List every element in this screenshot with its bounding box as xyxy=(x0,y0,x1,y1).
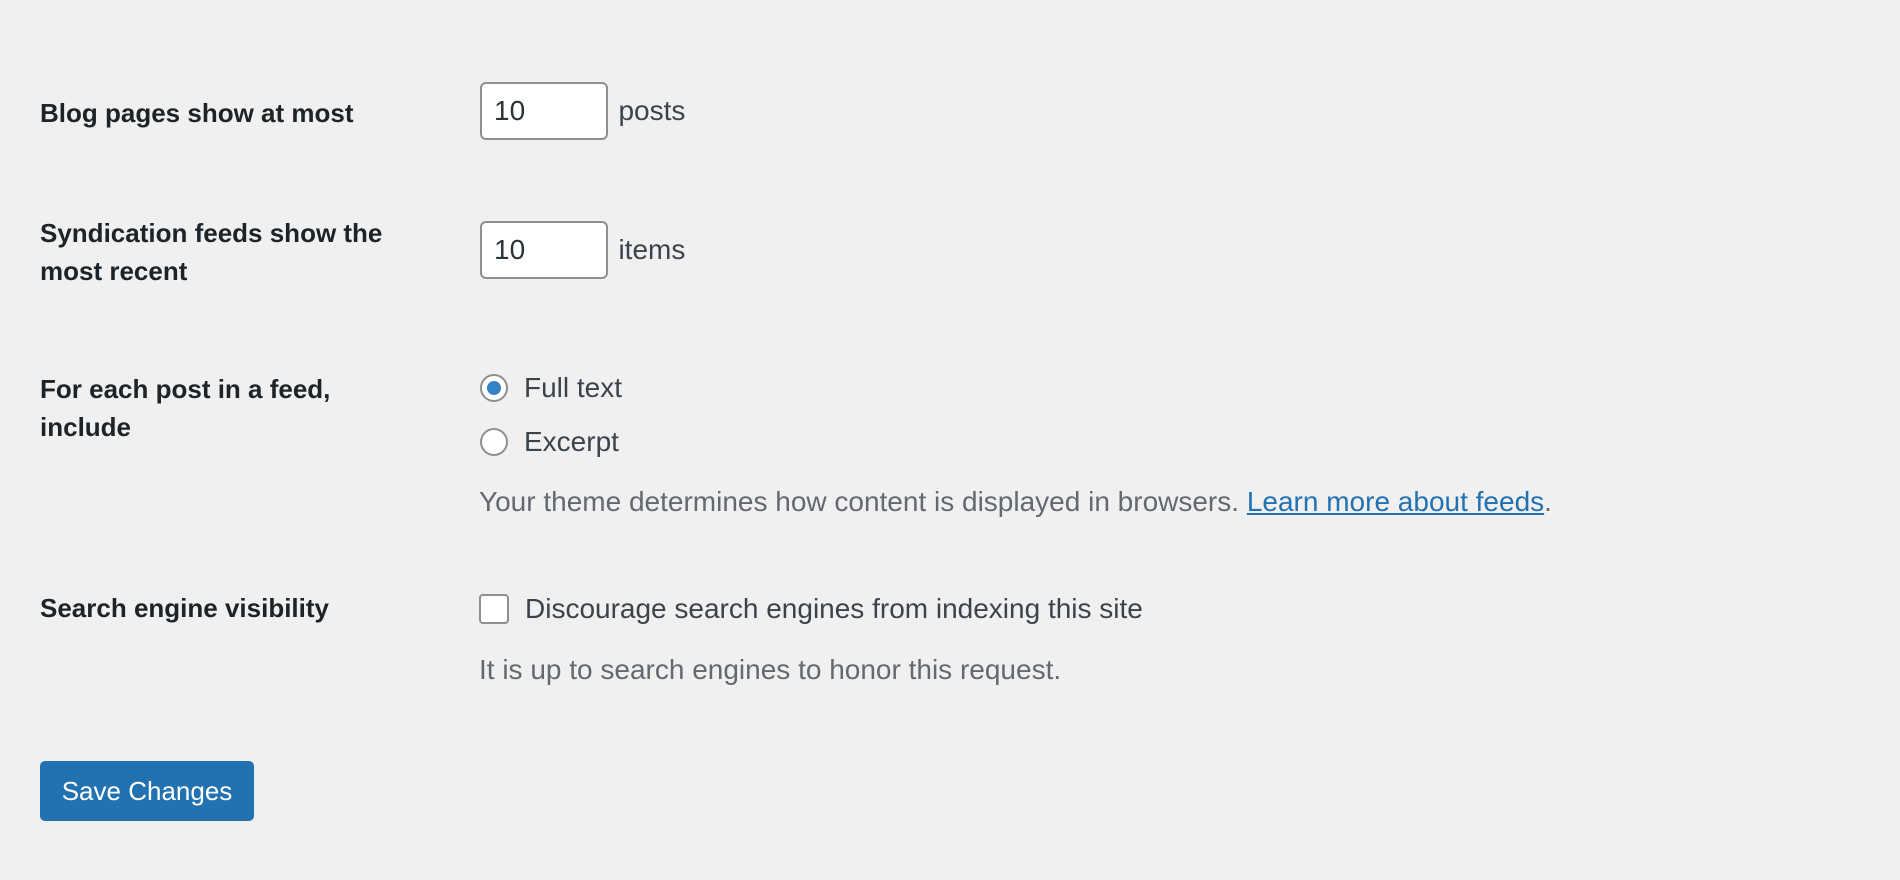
blog-pages-input[interactable] xyxy=(480,82,608,140)
feed-description-text: Your theme determines how content is dis… xyxy=(479,486,1240,517)
search-visibility-description: It is up to search engines to honor this… xyxy=(479,654,1062,685)
blog-pages-unit: posts xyxy=(618,95,686,126)
blog-pages-label: Blog pages show at most xyxy=(40,98,354,128)
syndication-label: Syndication feeds show the most recent xyxy=(40,218,383,286)
feed-content-label: For each post in a feed, include xyxy=(40,374,331,442)
save-changes-button[interactable]: Save Changes xyxy=(40,761,254,821)
full-text-radio[interactable] xyxy=(480,374,508,402)
feed-description: Your theme determines how content is dis… xyxy=(479,482,1552,522)
syndication-field: items xyxy=(480,221,685,279)
learn-more-feeds-link[interactable]: Learn more about feeds xyxy=(1247,486,1544,517)
excerpt-label: Excerpt xyxy=(524,426,619,457)
search-visibility-label: Search engine visibility xyxy=(40,593,329,623)
radio-excerpt-option[interactable]: Excerpt xyxy=(479,422,1552,462)
full-text-label: Full text xyxy=(524,372,623,403)
discourage-search-label: Discourage search engines from indexing … xyxy=(525,593,1143,624)
feed-description-period: . xyxy=(1544,486,1552,517)
excerpt-radio[interactable] xyxy=(480,428,508,456)
syndication-input[interactable] xyxy=(480,221,608,279)
syndication-unit: items xyxy=(618,234,686,265)
discourage-search-option[interactable]: Discourage search engines from indexing … xyxy=(479,589,1143,629)
search-visibility-field: Discourage search engines from indexing … xyxy=(479,589,1143,690)
radio-full-text-option[interactable]: Full text xyxy=(479,368,1552,408)
discourage-search-checkbox[interactable] xyxy=(479,594,509,624)
feed-content-field: Full text Excerpt Your theme determines … xyxy=(479,368,1552,522)
blog-pages-field: posts xyxy=(480,82,685,140)
